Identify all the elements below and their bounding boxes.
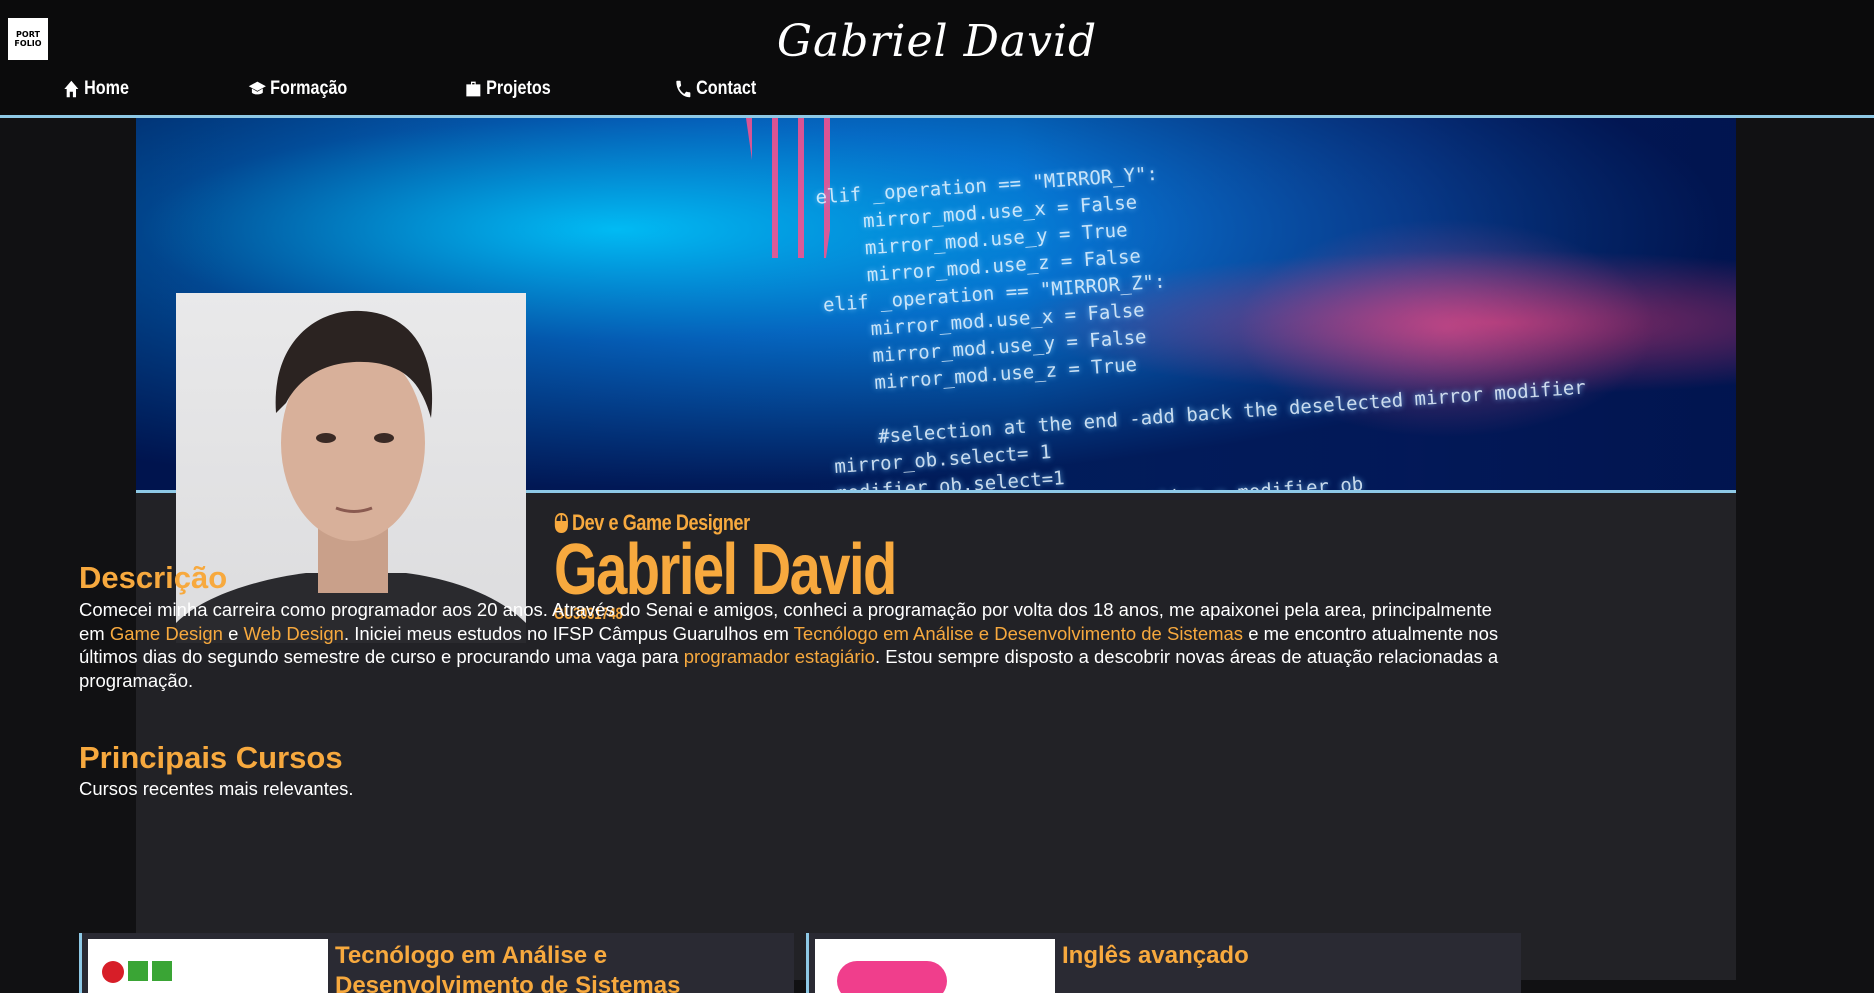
nav-item-contact[interactable]: Contact — [674, 78, 756, 100]
highlight-web-design: Web Design — [243, 622, 344, 644]
courses-section: Principais Cursos Cursos recentes mais r… — [79, 740, 1519, 800]
desc-part: e — [222, 622, 244, 644]
english-course-thumbnail — [815, 939, 1055, 993]
phone-icon — [676, 80, 691, 98]
course-title: Tecnólogo em Análise e Desenvolvimento d… — [335, 942, 681, 993]
description-title: Descrição — [79, 560, 228, 595]
nav-item-formacao[interactable]: Formação — [248, 78, 347, 100]
site-header: PORT FOLIO Gabriel David Home Formação P… — [0, 0, 1874, 118]
briefcase-icon — [466, 81, 481, 97]
highlight-course: Tecnólogo em Análise e Desenvolvimento d… — [793, 622, 1244, 644]
banner-code-text: elif _operation == "MIRROR_Y": mirror_mo… — [814, 162, 1587, 493]
nav-label: Contact — [696, 78, 757, 99]
nav-item-projetos[interactable]: Projetos — [464, 78, 551, 100]
description-text: Comecei minha carreira como programador … — [79, 598, 1519, 692]
nav-label: Formação — [270, 78, 348, 99]
main-nav: Home Formação Projetos Contact — [0, 78, 900, 108]
highlight-game-design: Game Design — [109, 622, 223, 644]
course-title: Inglês avançado — [1062, 942, 1249, 969]
course-cards: Tecnólogo em Análise e Desenvolvimento d… — [79, 933, 1521, 993]
home-icon — [64, 80, 79, 98]
nav-label: Home — [84, 78, 129, 99]
highlight-internship: programador estagiário — [683, 646, 875, 667]
desc-part: . Iniciei meus estudos no IFSP Câmpus Gu… — [343, 622, 794, 644]
nav-label: Projetos — [486, 78, 551, 99]
courses-subtitle: Cursos recentes mais relevantes. — [79, 778, 354, 799]
logo-green-square — [128, 961, 148, 981]
main-panel: elif _operation == "MIRROR_Y": mirror_mo… — [136, 118, 1736, 980]
description-section: Descrição Comecei minha carreira como pr… — [79, 560, 1519, 800]
site-title: Gabriel David — [776, 16, 1098, 67]
logo-green-square — [152, 961, 172, 981]
course-card[interactable]: Inglês avançado — [806, 933, 1521, 993]
nav-item-home[interactable]: Home — [62, 78, 129, 100]
graduation-cap-icon — [248, 81, 266, 95]
logo-pink-shape — [837, 961, 947, 993]
course-card[interactable]: Tecnólogo em Análise e Desenvolvimento d… — [79, 933, 794, 993]
ifsp-logo-thumbnail — [88, 939, 328, 993]
courses-title: Principais Cursos — [79, 740, 343, 775]
